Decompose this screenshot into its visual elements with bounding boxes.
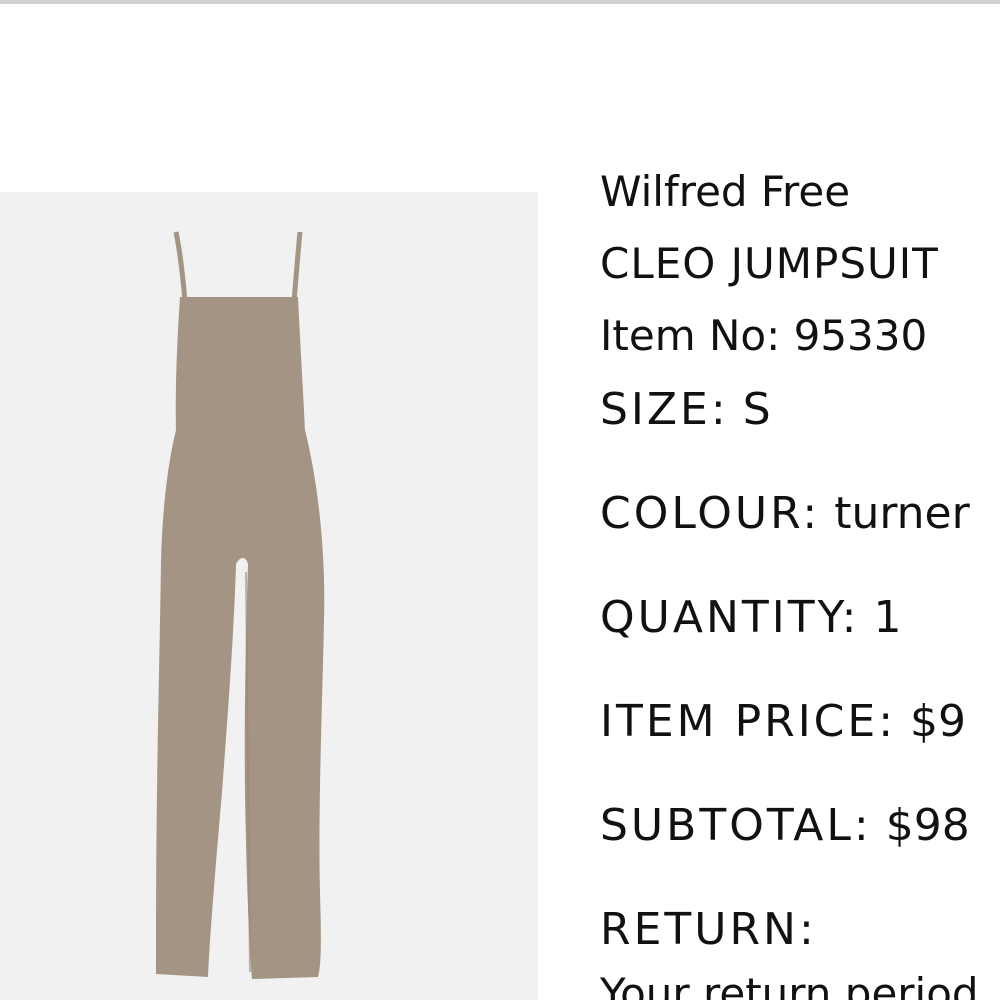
subtotal-value: $98 [885, 800, 970, 851]
item-price-value: $9 [910, 696, 967, 747]
jumpsuit-illustration [156, 231, 325, 979]
product-image[interactable] [0, 192, 538, 1000]
left-strap [173, 231, 188, 303]
legs [156, 430, 325, 979]
item-number: Item No: 95330 [600, 310, 927, 362]
item-number-value: 95330 [793, 311, 928, 360]
colour-label: COLOUR: [600, 488, 821, 539]
subtotal-label: SUBTOTAL: [600, 800, 872, 851]
size-row: SIZE: S [600, 384, 771, 436]
size-label: SIZE: [600, 384, 729, 435]
product-name[interactable]: CLEO JUMPSUIT [600, 238, 939, 290]
product-brand: Wilfred Free [600, 167, 851, 216]
size-value: S [742, 384, 771, 435]
item-price-row: ITEM PRICE: $9 [600, 696, 966, 748]
item-price-label: ITEM PRICE: [600, 696, 897, 747]
order-item-details: Wilfred Free CLEO JUMPSUIT Item No: 9533… [600, 0, 1000, 1000]
quantity-label: QUANTITY: [600, 592, 860, 643]
right-strap [291, 231, 303, 303]
return-note: Your return period [600, 969, 979, 1000]
return-label: RETURN: [600, 904, 817, 955]
colour-row: COLOUR: turner [600, 488, 970, 540]
colour-value: turner [834, 488, 970, 539]
return-row: RETURN: [600, 904, 817, 956]
quantity-value: 1 [873, 592, 902, 643]
bodice [175, 297, 305, 432]
item-number-label: Item No: [600, 311, 781, 360]
subtotal-row: SUBTOTAL: $98 [600, 800, 970, 852]
quantity-row: QUANTITY: 1 [600, 592, 901, 644]
